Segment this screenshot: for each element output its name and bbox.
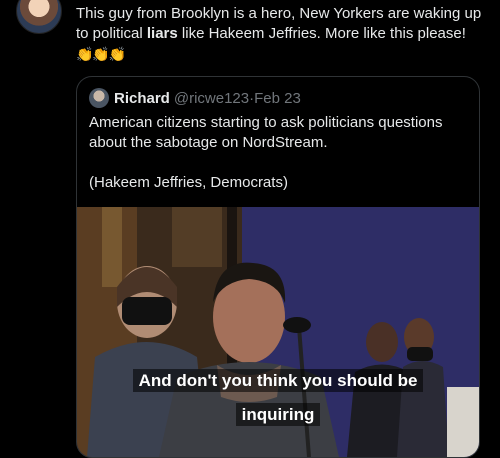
quoted-author-handle[interactable]: @ricwe123 bbox=[174, 90, 249, 107]
clapping-hands-icon: 👏👏👏 bbox=[76, 46, 126, 62]
quoted-tweet-card[interactable]: Richard @ricwe123 · Feb 23 American citi… bbox=[76, 76, 480, 458]
video-caption-line-2: inquiring bbox=[77, 403, 479, 426]
quoted-author-name[interactable]: Richard bbox=[114, 90, 170, 107]
video-player[interactable]: And don't you think you should be inquir… bbox=[77, 207, 479, 457]
caption-text: And don't you think you should be bbox=[132, 369, 424, 392]
quoted-tweet-date[interactable]: Feb 23 bbox=[254, 90, 301, 107]
quoted-tweet-header: Richard @ricwe123 · Feb 23 bbox=[89, 88, 301, 108]
author-avatar[interactable] bbox=[16, 0, 62, 34]
video-caption-line-1: And don't you think you should be bbox=[77, 369, 479, 392]
caption-text: inquiring bbox=[235, 403, 321, 426]
post-text-part: like Hakeem Jeffries. More like this ple… bbox=[177, 25, 466, 42]
quoted-tweet-text: American citizens starting to ask politi… bbox=[89, 114, 443, 191]
quoted-author-avatar[interactable] bbox=[89, 88, 109, 108]
post-text-bold: liars bbox=[146, 25, 178, 42]
post-text: This guy from Brooklyn is a hero, New Yo… bbox=[76, 4, 486, 65]
